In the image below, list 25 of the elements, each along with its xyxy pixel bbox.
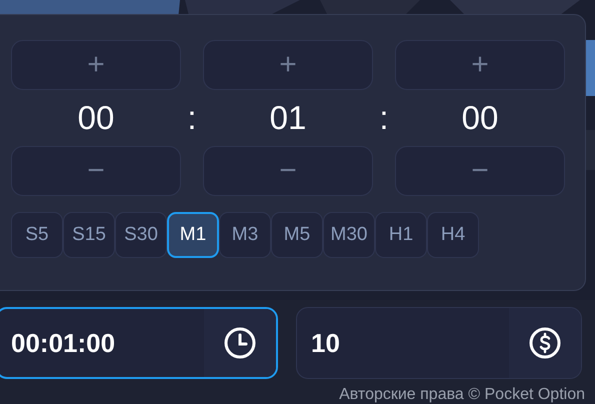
- copyright-text: Авторские права © Pocket Option: [339, 385, 585, 404]
- timeframe-button[interactable]: H1: [375, 212, 427, 258]
- timeframe-button[interactable]: H4: [427, 212, 479, 258]
- timeframe-button[interactable]: M5: [271, 212, 323, 258]
- time-value: 00: [76, 98, 116, 138]
- separator: :: [378, 98, 390, 138]
- dollar-icon: [528, 326, 562, 360]
- time-field[interactable]: 00:01:00: [0, 307, 278, 379]
- timeframe-button[interactable]: S30: [115, 212, 167, 258]
- clock-icon: [223, 326, 257, 360]
- amount-field[interactable]: 10: [296, 307, 582, 379]
- timeframe-button[interactable]: S5: [11, 212, 63, 258]
- time-value: 00: [460, 98, 500, 138]
- increment-button[interactable]: +: [395, 40, 565, 90]
- decrement-button[interactable]: −: [203, 146, 373, 196]
- timeframe-button[interactable]: M30: [323, 212, 375, 258]
- increment-button[interactable]: +: [203, 40, 373, 90]
- timeframe-button[interactable]: S15: [63, 212, 115, 258]
- decrement-button[interactable]: −: [11, 146, 181, 196]
- time-value: 01: [268, 98, 308, 138]
- timeframe-button[interactable]: M1: [167, 212, 219, 258]
- decrement-button[interactable]: −: [395, 146, 565, 196]
- timeframe-button[interactable]: M3: [219, 212, 271, 258]
- increment-button[interactable]: +: [11, 40, 181, 90]
- separator: :: [186, 98, 198, 138]
